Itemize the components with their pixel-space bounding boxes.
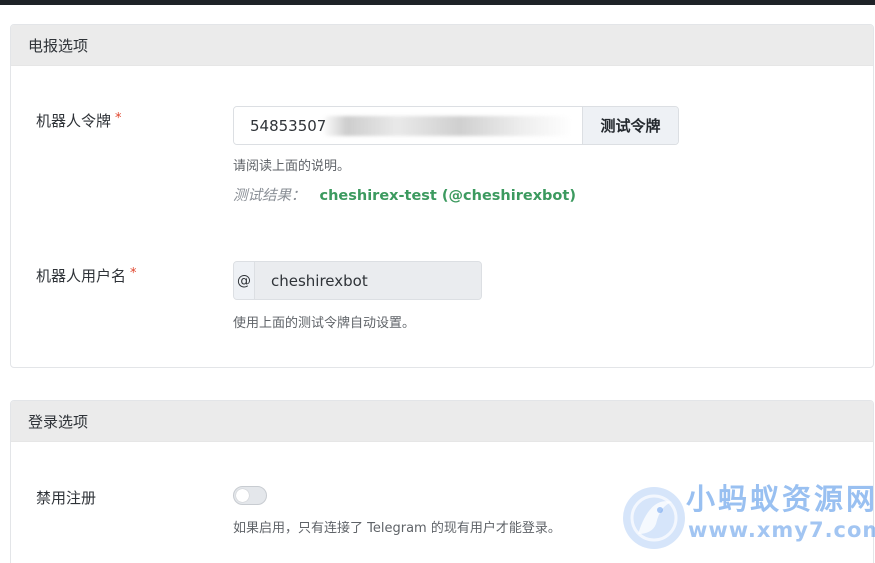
test-token-button[interactable]: 测试令牌 <box>582 107 678 144</box>
bot-token-input-group: 测试令牌 <box>233 106 679 145</box>
telegram-options-title: 电报选项 <box>28 36 89 55</box>
telegram-options-card: 电报选项 机器人令牌* 测试令牌 请阅读上面的说明。 测试结果：cheshire… <box>10 24 874 368</box>
disable-registration-toggle[interactable] <box>233 486 267 505</box>
bot-username-label: 机器人用户名 <box>36 267 127 285</box>
required-mark: * <box>115 111 122 126</box>
test-result: 测试结果： cheshirex-test (@cheshirexbot) <box>233 184 576 205</box>
top-bar <box>0 0 875 5</box>
bot-token-input[interactable] <box>234 107 582 144</box>
bot-token-label-row: 机器人令牌 * <box>36 110 122 131</box>
disable-registration-hint: 如果启用，只有连接了 Telegram 的现有用户才能登录。 <box>233 521 561 536</box>
test-result-value: cheshirex-test (@cheshirexbot) <box>319 188 576 204</box>
bot-username-label-row: 机器人用户名 * <box>36 265 137 286</box>
disable-registration-label: 禁用注册 <box>36 489 97 507</box>
bot-token-label: 机器人令牌 <box>36 112 112 130</box>
login-options-header: 登录选项 <box>11 401 873 442</box>
login-options-card: 登录选项 禁用注册 如果启用，只有连接了 Telegram 的现有用户才能登录。 <box>10 400 874 563</box>
required-mark: * <box>130 266 137 281</box>
toggle-knob <box>236 489 249 502</box>
test-result-label: 测试结果： <box>233 188 306 204</box>
login-options-title: 登录选项 <box>28 412 89 431</box>
at-prefix-addon: @ <box>234 262 255 299</box>
bot-username-hint: 使用上面的测试令牌自动设置。 <box>233 316 416 331</box>
bot-username-input[interactable] <box>255 262 481 299</box>
bot-token-hint: 请阅读上面的说明。 <box>233 159 351 174</box>
telegram-options-header: 电报选项 <box>11 25 873 66</box>
bot-username-input-group: @ <box>233 261 482 300</box>
